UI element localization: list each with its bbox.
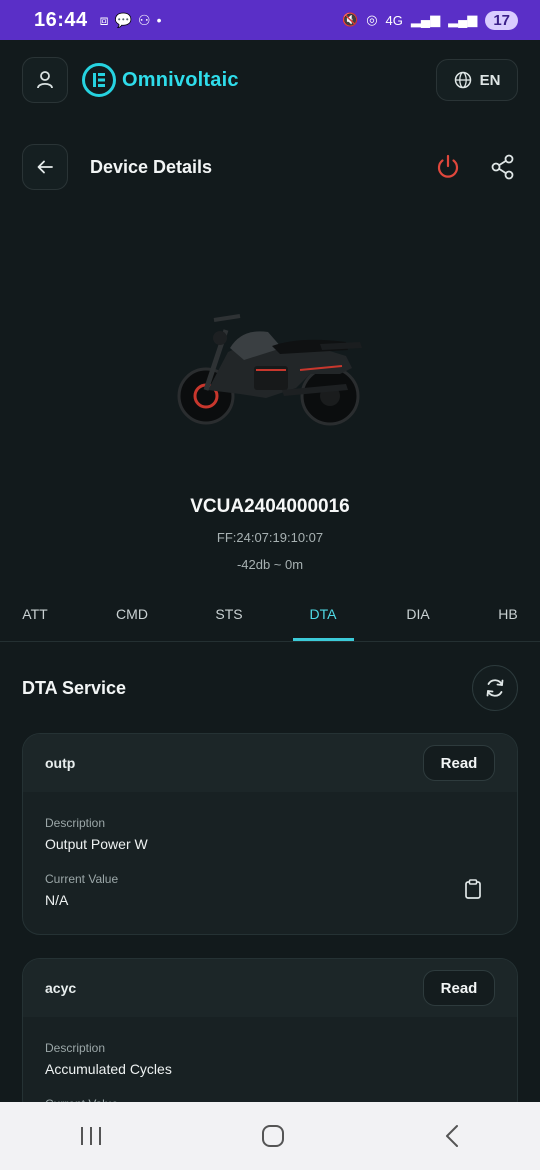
refresh-icon — [486, 679, 504, 697]
language-label: EN — [479, 71, 501, 89]
active-tab-indicator — [293, 638, 354, 641]
copy-button[interactable] — [463, 878, 483, 905]
characteristic-body: Description Accumulated Cycles Current V… — [23, 1017, 517, 1111]
user-icon — [37, 71, 53, 89]
read-button[interactable]: Read — [423, 970, 495, 1006]
clipboard-icon — [465, 879, 481, 899]
device-mac-address: FF:24:07:19:10:07 — [216, 530, 324, 545]
current-value: N/A — [45, 892, 69, 908]
share-icon[interactable] — [490, 154, 516, 180]
signal-icon-2: ▂▄▆ — [448, 12, 478, 27]
device-image — [170, 290, 380, 440]
description-value: Output Power W — [45, 836, 148, 852]
home-icon[interactable] — [260, 1123, 286, 1149]
brand-name: Omnivoltaic — [122, 68, 239, 91]
brand-logo: Omnivoltaic — [82, 63, 239, 97]
recent-apps-icon[interactable] — [78, 1124, 104, 1148]
current-value-label: Current Value — [45, 872, 119, 886]
globe-icon — [454, 71, 471, 89]
characteristic-name: acyc — [45, 980, 77, 996]
status-bar: 16:44 ⧈ 💬 ⚇ • 🔇 ◎ 4G ▂▄▆ ▂▄▆ 17 — [0, 0, 540, 40]
dot-icon: • — [156, 12, 162, 28]
characteristic-body: Description Output Power W Current Value… — [23, 792, 517, 908]
characteristic-name: outp — [45, 755, 76, 771]
notification-icons: ⧈ 💬 ⚇ • — [100, 12, 162, 29]
description-value: Accumulated Cycles — [45, 1061, 172, 1077]
screenshot-icon: ⧈ — [99, 11, 109, 28]
language-button[interactable]: EN — [436, 59, 518, 101]
characteristic-card: acyc Read Description Accumulated Cycles… — [22, 958, 518, 1118]
description-label: Description — [45, 816, 106, 830]
tab-cmd[interactable]: CMD — [102, 606, 162, 622]
back-button[interactable] — [22, 144, 68, 190]
hotspot-icon: ◎ — [366, 12, 378, 27]
device-signal: -42db ~ 0m — [236, 557, 304, 572]
teams-icon: ⚇ — [138, 11, 151, 28]
profile-button[interactable] — [22, 57, 68, 103]
read-button[interactable]: Read — [423, 745, 495, 781]
tab-dia[interactable]: DIA — [388, 606, 448, 622]
network-type: 4G — [385, 12, 403, 28]
description-label: Description — [45, 1041, 106, 1055]
tab-att[interactable]: ATT — [5, 606, 65, 622]
characteristic-card: outp Read Description Output Power W Cur… — [22, 733, 518, 935]
back-icon[interactable] — [442, 1123, 462, 1149]
battery-indicator: 17 — [485, 10, 518, 30]
tab-dta[interactable]: DTA — [293, 606, 353, 622]
tab-hb[interactable]: HB — [478, 606, 538, 622]
refresh-button[interactable] — [472, 665, 518, 711]
service-tabs: ATT CMD STS DTA DIA HB — [0, 598, 540, 642]
characteristic-header: acyc Read — [23, 959, 517, 1017]
status-right: 🔇 ◎ 4G ▂▄▆ ▂▄▆ 17 — [342, 10, 518, 30]
device-id: VCUA2404000016 — [190, 496, 350, 517]
status-time: 16:44 — [34, 8, 88, 31]
back-arrow-icon — [37, 160, 53, 174]
service-title: DTA Service — [22, 678, 127, 698]
page-header: Device Details — [0, 143, 540, 191]
signal-icon: ▂▄▆ — [410, 12, 441, 27]
power-icon[interactable] — [434, 153, 462, 181]
logo-mark-icon — [82, 63, 116, 97]
page-title: Device Details — [90, 156, 213, 177]
characteristic-header: outp Read — [23, 734, 517, 792]
app-header: Omnivoltaic EN — [0, 40, 540, 120]
mute-icon: 🔇 — [342, 12, 359, 27]
chat-icon: 💬 — [114, 11, 132, 28]
header-actions — [434, 153, 518, 181]
tab-sts[interactable]: STS — [199, 606, 259, 622]
system-nav-bar — [0, 1102, 540, 1170]
